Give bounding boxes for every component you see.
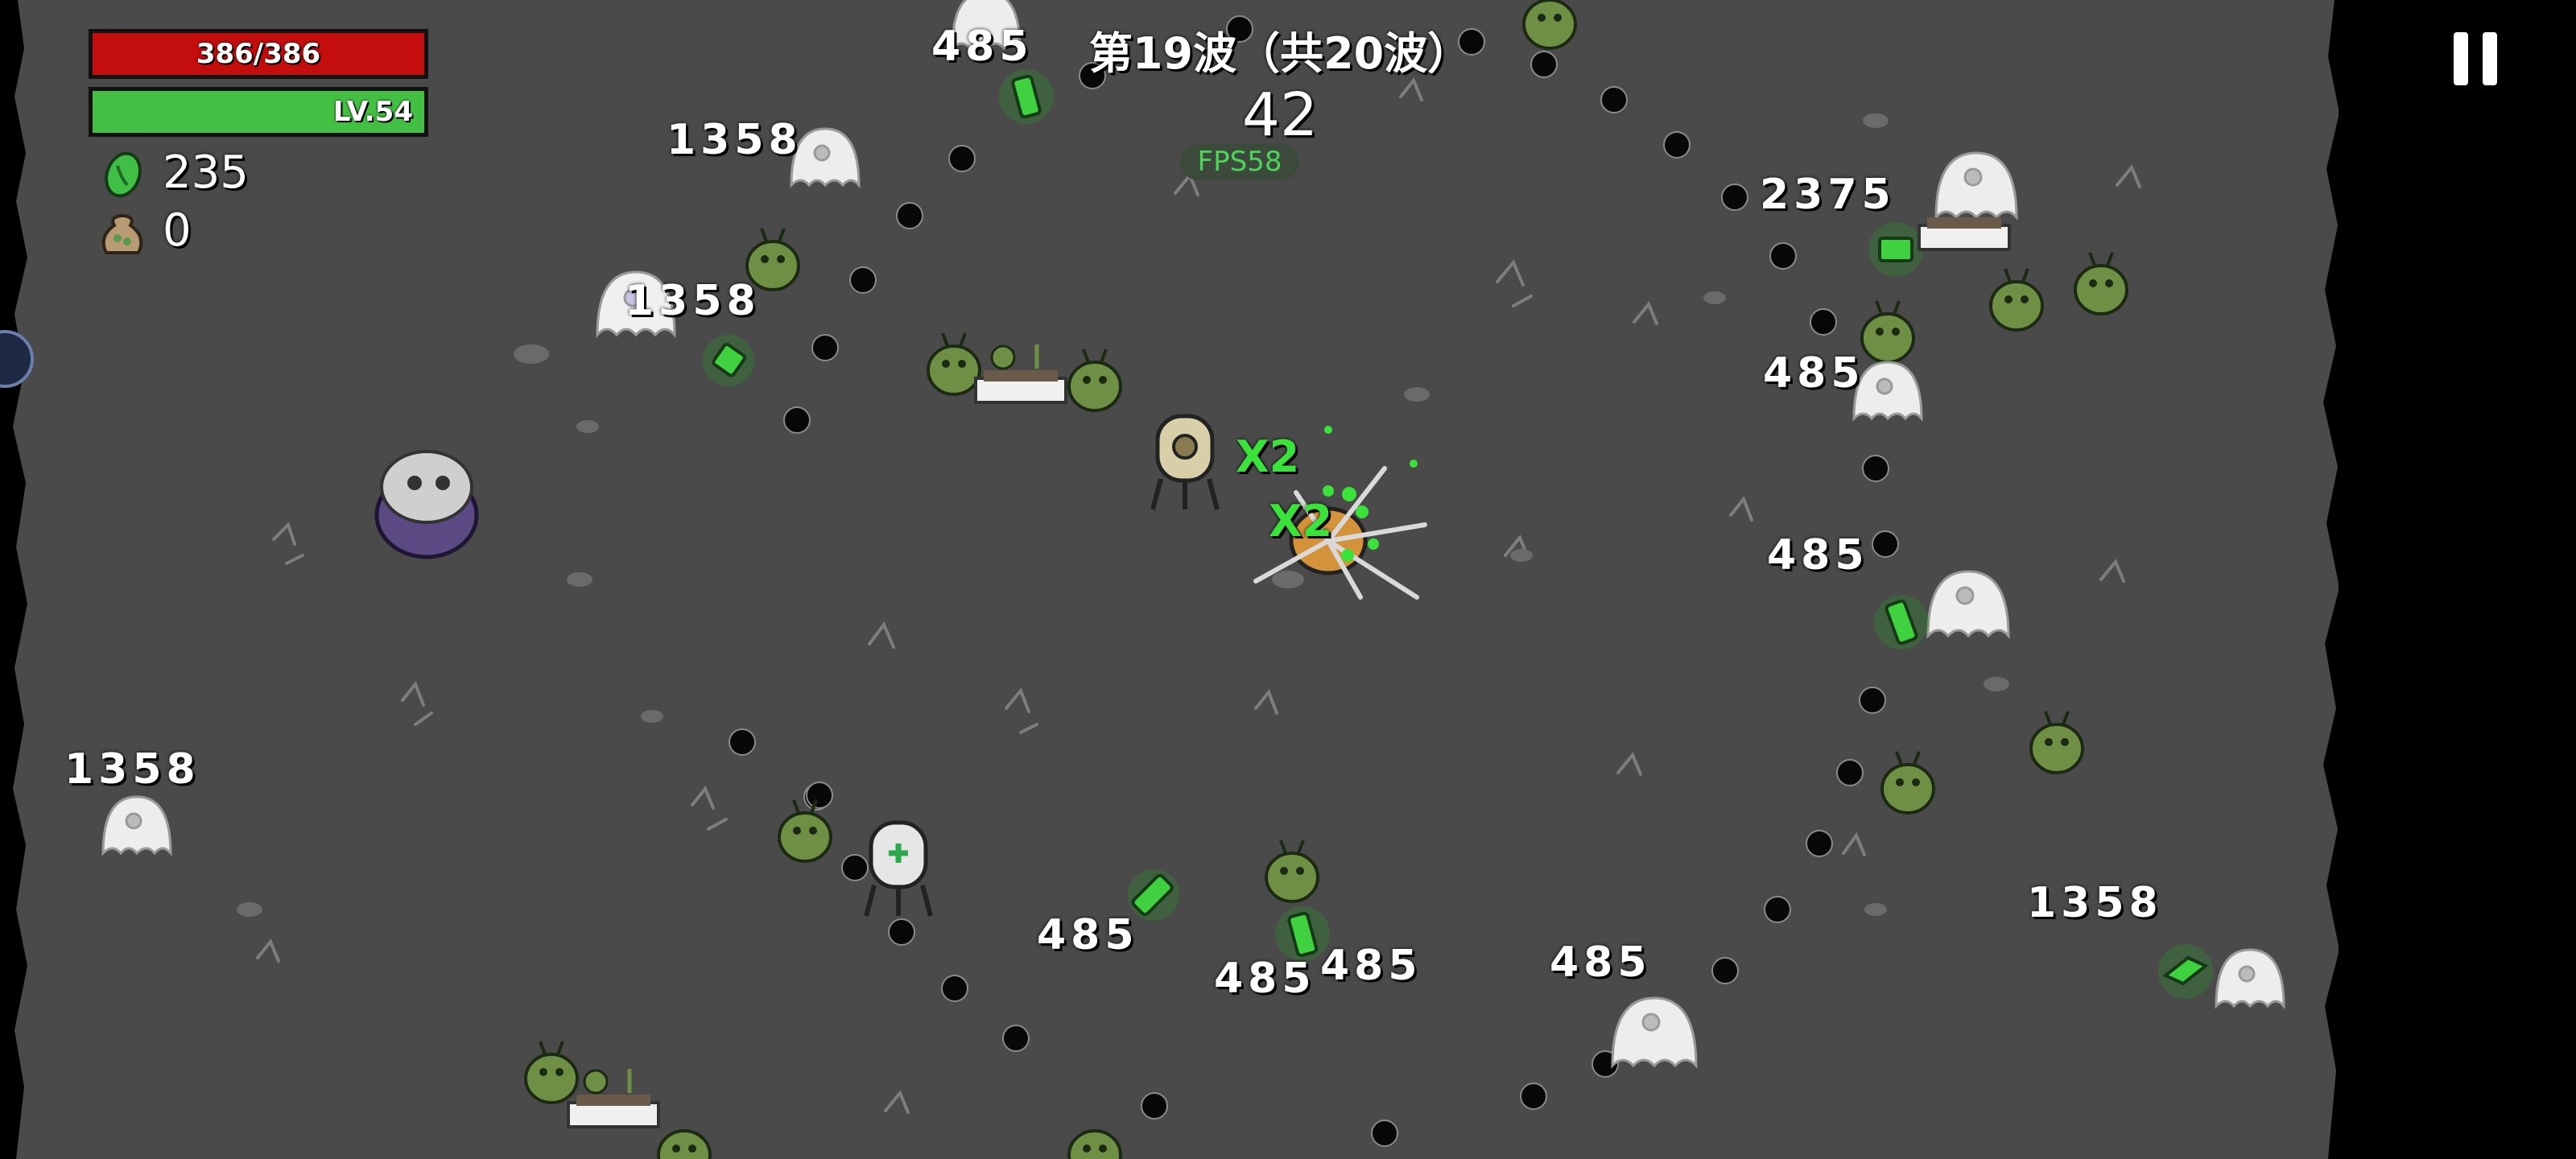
wave-title: 第19波（共20波） bbox=[1088, 28, 1472, 79]
damage-number: 485 bbox=[931, 23, 1034, 71]
loot-bag-icon bbox=[101, 214, 143, 254]
material-count: 235 bbox=[163, 146, 249, 199]
crit-multiplier: X2 bbox=[1269, 496, 1333, 547]
health-bar: 386/386 bbox=[89, 29, 428, 79]
damage-number: 1358 bbox=[625, 277, 761, 325]
damage-number: 485 bbox=[1037, 911, 1139, 959]
game-screen: 386/386 LV.54 235 0 第19波（共20波） 42 FPS58 … bbox=[0, 0, 2576, 1159]
damage-number: 485 bbox=[1320, 942, 1422, 990]
damage-number: 1358 bbox=[64, 745, 200, 794]
arena-floor bbox=[0, 0, 2339, 1159]
bag-count: 0 bbox=[163, 204, 192, 257]
experience-bar: LV.54 bbox=[89, 87, 428, 137]
green-material-icon bbox=[105, 151, 142, 198]
arena-torn-edge-right bbox=[2323, 0, 2352, 1159]
damage-number: 485 bbox=[1550, 938, 1652, 987]
fps-counter: FPS58 bbox=[1180, 143, 1299, 180]
arena-torn-edge-left bbox=[0, 0, 27, 1159]
health-text: 386/386 bbox=[196, 38, 321, 70]
elite-purple-enemy bbox=[374, 450, 479, 559]
crit-multiplier: X2 bbox=[1236, 431, 1300, 482]
wave-timer: 42 bbox=[1241, 80, 1319, 150]
damage-number: 485 bbox=[1767, 531, 1869, 580]
damage-number: 1358 bbox=[667, 116, 803, 164]
damage-number: 1358 bbox=[2027, 879, 2163, 927]
level-text: LV.54 bbox=[332, 96, 413, 128]
damage-number: 485 bbox=[1214, 955, 1316, 1003]
damage-number: 2375 bbox=[1760, 171, 1896, 219]
damage-number: 485 bbox=[1763, 349, 1865, 398]
pause-button[interactable] bbox=[2447, 29, 2504, 90]
